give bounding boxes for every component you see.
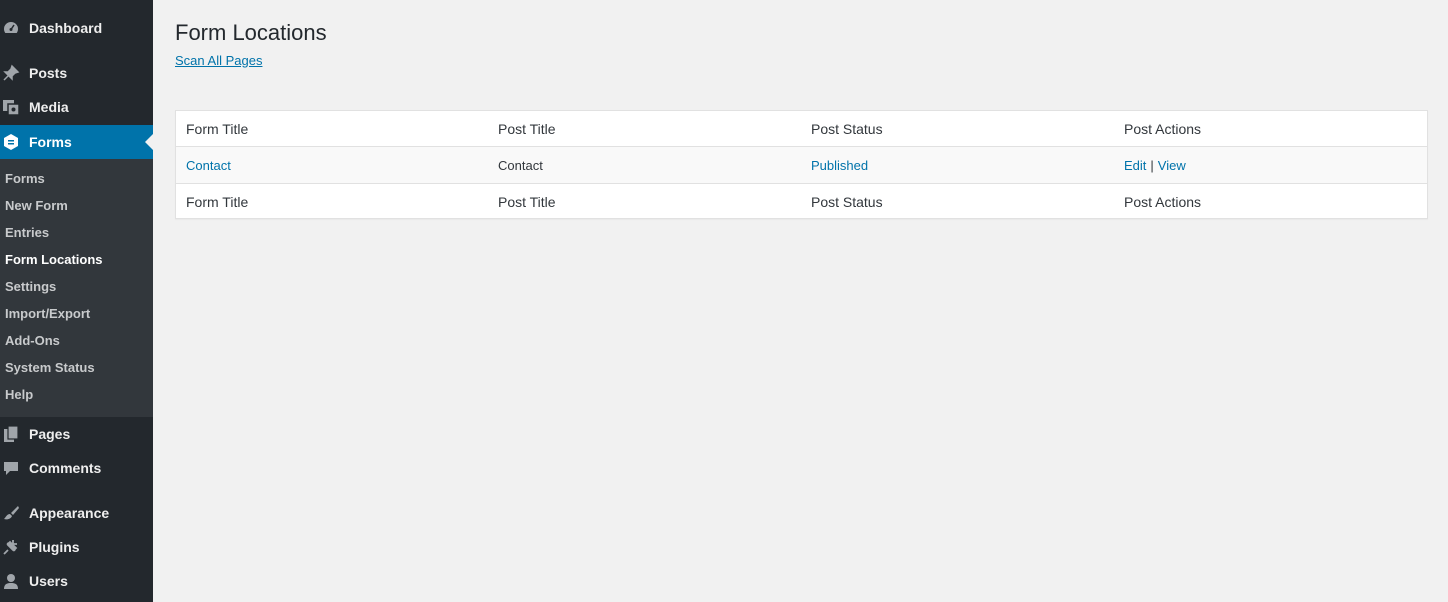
actions-separator: | (1150, 157, 1154, 173)
pin-icon (2, 64, 20, 82)
scan-all-pages-link[interactable]: Scan All Pages (175, 53, 262, 68)
table-footer-row: Form Title Post Title Post Status Post A… (176, 183, 1427, 219)
footer-form-title[interactable]: Form Title (186, 184, 248, 220)
admin-sidebar: Dashboard Posts Media Forms Forms New Fo… (0, 0, 153, 602)
form-locations-table: Form Title Post Title Post Status Post A… (175, 110, 1428, 219)
menu-users-label: Users (29, 573, 68, 589)
footer-post-actions[interactable]: Post Actions (1124, 184, 1201, 220)
menu-plugins-label: Plugins (29, 539, 80, 555)
comment-icon (2, 459, 20, 477)
post-status-link[interactable]: Published (811, 147, 868, 183)
menu-appearance-label: Appearance (29, 505, 110, 521)
footer-post-title[interactable]: Post Title (498, 184, 556, 220)
header-post-title[interactable]: Post Title (498, 111, 556, 147)
header-post-actions[interactable]: Post Actions (1124, 111, 1201, 147)
submenu-add-ons[interactable]: Add-Ons (5, 332, 60, 350)
submenu-system-status[interactable]: System Status (5, 359, 95, 377)
pages-icon (2, 425, 20, 443)
brush-icon (2, 504, 20, 522)
menu-pages-label: Pages (29, 426, 71, 442)
table-row: Contact Contact Published Edit | View (176, 147, 1427, 183)
page-title: Form Locations (175, 20, 327, 45)
submenu-forms[interactable]: Forms (5, 170, 45, 188)
menu-media[interactable]: Media (0, 90, 153, 124)
menu-comments-label: Comments (29, 460, 102, 476)
menu-pages[interactable]: Pages (0, 417, 153, 451)
menu-media-label: Media (29, 99, 69, 115)
menu-plugins[interactable]: Plugins (0, 530, 153, 564)
submenu-form-locations[interactable]: Form Locations (5, 251, 103, 269)
menu-dashboard[interactable]: Dashboard (0, 11, 153, 45)
menu-forms[interactable]: Forms (0, 125, 153, 159)
plug-icon (2, 538, 20, 556)
media-icon (2, 98, 20, 116)
footer-post-status[interactable]: Post Status (811, 184, 883, 220)
header-post-status[interactable]: Post Status (811, 111, 883, 147)
submenu-new-form[interactable]: New Form (5, 197, 68, 215)
submenu-entries[interactable]: Entries (5, 224, 49, 242)
forms-icon (2, 133, 20, 151)
menu-users[interactable]: Users (0, 564, 153, 598)
menu-comments[interactable]: Comments (0, 451, 153, 485)
submenu-settings[interactable]: Settings (5, 278, 56, 296)
submenu-help[interactable]: Help (5, 386, 33, 404)
dashboard-icon (2, 19, 20, 37)
header-form-title[interactable]: Form Title (186, 111, 248, 147)
menu-appearance[interactable]: Appearance (0, 496, 153, 530)
form-title-link[interactable]: Contact (186, 147, 231, 183)
menu-posts[interactable]: Posts (0, 56, 153, 90)
menu-forms-label: Forms (29, 134, 72, 150)
view-link[interactable]: View (1158, 158, 1186, 173)
post-actions-cell: Edit | View (1124, 147, 1186, 183)
menu-posts-label: Posts (29, 65, 68, 81)
post-title-cell: Contact (498, 157, 543, 173)
table-header-row: Form Title Post Title Post Status Post A… (176, 111, 1427, 147)
forms-submenu: Forms New Form Entries Form Locations Se… (0, 159, 153, 417)
menu-dashboard-label: Dashboard (29, 20, 103, 36)
edit-link[interactable]: Edit (1124, 158, 1146, 173)
submenu-import-export[interactable]: Import/Export (5, 305, 90, 323)
user-icon (2, 572, 20, 590)
